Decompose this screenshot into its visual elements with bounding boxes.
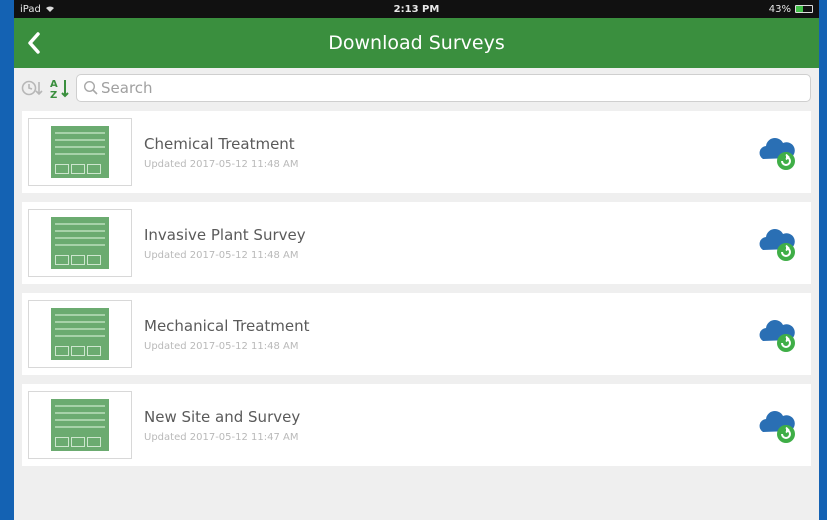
form-icon <box>51 308 109 360</box>
form-icon <box>51 399 109 451</box>
cloud-download-icon[interactable] <box>757 223 797 263</box>
survey-updated: Updated 2017-05-12 11:48 AM <box>144 340 299 352</box>
battery-percent: 43% <box>768 3 791 15</box>
toolbar: A Z <box>14 68 819 108</box>
survey-thumbnail <box>28 118 132 186</box>
battery-level <box>796 6 803 12</box>
form-icon <box>51 126 109 178</box>
survey-thumbnail <box>28 300 132 368</box>
survey-thumbnail <box>28 209 132 277</box>
status-time: 2:13 PM <box>393 3 440 15</box>
alpha-sort-icon: A Z <box>50 79 69 99</box>
device-label: iPad <box>20 3 41 15</box>
svg-text:A: A <box>50 79 58 90</box>
wifi-icon <box>45 6 54 12</box>
survey-title: Invasive Plant Survey <box>144 225 306 244</box>
survey-updated: Updated 2017-05-12 11:48 AM <box>144 249 299 261</box>
app-frame: iPad 2:13 PM 43% Download Surveys A Z Se… <box>14 0 819 520</box>
survey-title: New Site and Survey <box>144 407 301 426</box>
survey-updated: Updated 2017-05-12 11:47 AM <box>144 431 299 443</box>
cloud-download-icon[interactable] <box>757 405 797 445</box>
battery-icon <box>795 5 813 13</box>
chevron-left-icon <box>28 32 40 54</box>
clock-sort-icon <box>21 80 43 96</box>
sort-by-time-button[interactable] <box>20 76 44 100</box>
survey-thumbnail <box>28 391 132 459</box>
survey-title: Chemical Treatment <box>144 134 295 153</box>
nav-bar: Download Surveys <box>14 18 819 68</box>
sort-alphabetical-button[interactable]: A Z <box>48 76 72 100</box>
survey-title: Mechanical Treatment <box>144 316 310 335</box>
status-bar: iPad 2:13 PM 43% <box>14 0 819 18</box>
survey-item-invasive-plant-survey[interactable]: Invasive Plant Survey Updated 2017-05-12… <box>22 202 811 284</box>
cloud-download-icon[interactable] <box>757 132 797 172</box>
survey-item-chemical-treatment[interactable]: Chemical Treatment Updated 2017-05-12 11… <box>22 111 811 193</box>
svg-text:Z: Z <box>50 90 57 99</box>
survey-item-new-site-and-survey[interactable]: New Site and Survey Updated 2017-05-12 1… <box>22 384 811 466</box>
survey-item-mechanical-treatment[interactable]: Mechanical Treatment Updated 2017-05-12 … <box>22 293 811 375</box>
form-icon <box>51 217 109 269</box>
page-title: Download Surveys <box>328 32 505 54</box>
back-button[interactable] <box>14 18 54 68</box>
survey-list: Chemical Treatment Updated 2017-05-12 11… <box>14 111 819 466</box>
search-input[interactable] <box>99 78 810 98</box>
cloud-download-icon[interactable] <box>757 314 797 354</box>
search-box <box>76 74 811 102</box>
search-icon <box>83 80 98 95</box>
survey-updated: Updated 2017-05-12 11:48 AM <box>144 158 299 170</box>
